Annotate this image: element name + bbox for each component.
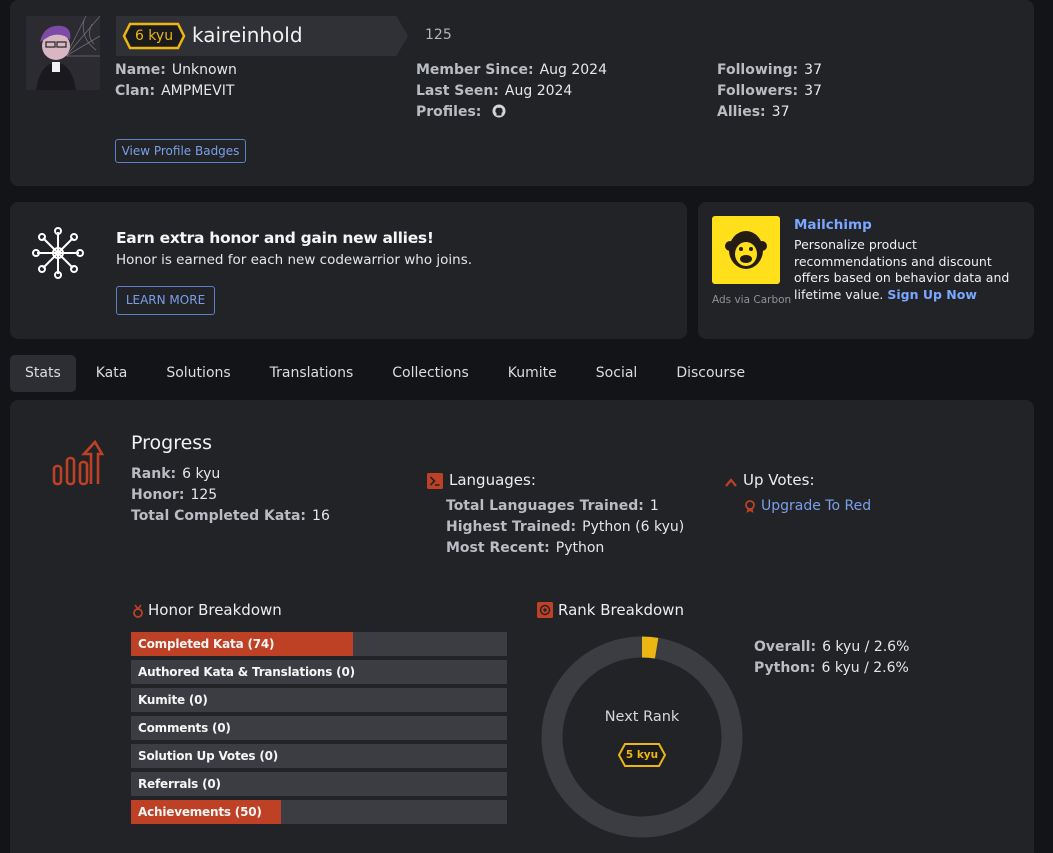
info-row-following: Following: 37: [717, 62, 822, 78]
honor-breakdown-title: Honor Breakdown: [148, 601, 282, 619]
profile-info-col-2: Member Since: Aug 2024 Last Seen: Aug 2024…: [416, 60, 607, 125]
honor-bar-kumite: Kumite (0): [131, 688, 507, 712]
progress-honor: Honor: 125: [131, 487, 218, 503]
honor-count: 125: [425, 27, 452, 43]
rank-badge: 6 kyu: [122, 22, 186, 50]
upvotes-title: Up Votes:: [743, 471, 815, 489]
ribbon-icon: [743, 499, 757, 513]
avatar[interactable]: [26, 16, 100, 90]
ad-signup-link[interactable]: Sign Up Now: [887, 287, 977, 302]
learn-more-button[interactable]: LEARN MORE: [116, 286, 215, 315]
progress-title: Progress: [131, 432, 213, 454]
languages-total: Total Languages Trained: 1: [446, 498, 659, 514]
honor-bar-achievements: Achievements (50): [131, 800, 507, 824]
username: kaireinhold: [192, 23, 303, 47]
progress-completed-kata: Total Completed Kata: 16: [131, 508, 330, 524]
info-row-clan: Clan: AMPMEVIT: [115, 83, 235, 99]
profile-info-col-3: Following: 37 Followers: 37 Allies: 37: [717, 60, 822, 123]
profile-tabs: Stats Kata Solutions Translations Collec…: [10, 355, 765, 392]
tab-kata[interactable]: Kata: [77, 355, 147, 392]
promo-subtitle: Honor is earned for each new codewarrior…: [116, 252, 473, 268]
terminal-icon: [427, 473, 443, 489]
upgrade-to-red-link[interactable]: Upgrade To Red: [761, 498, 871, 514]
info-row-last-seen: Last Seen: Aug 2024: [416, 83, 573, 99]
rank-badge-label: 6 kyu: [134, 28, 174, 44]
honor-bar-comments: Comments (0): [131, 716, 507, 740]
rank-python: Python: 6 kyu / 2.6%: [754, 660, 909, 676]
honor-bar-referrals: Referrals (0): [131, 772, 507, 796]
honor-bar-completed-kata: Completed Kata (74): [131, 632, 507, 656]
languages-title: Languages:: [449, 471, 536, 489]
rank-breakdown-info: Overall: 6 kyu / 2.6% Python: 6 kyu / 2.6%: [754, 637, 909, 679]
next-rank-badge-label: 5 kyu: [625, 749, 659, 761]
progress-rank: Rank: 6 kyu: [131, 466, 221, 482]
tab-kumite[interactable]: Kumite: [489, 355, 576, 392]
languages-info: Total Languages Trained: 1 Highest Traine…: [446, 496, 684, 559]
rank-progress-donut: [541, 636, 743, 838]
tab-discourse[interactable]: Discourse: [657, 355, 764, 392]
next-rank-badge: 5 kyu: [617, 741, 667, 769]
info-row-name: Name: Unknown: [115, 62, 237, 78]
promo-title: Earn extra honor and gain new allies!: [116, 229, 434, 247]
info-row-allies: Allies: 37: [717, 104, 790, 120]
view-profile-badges-button[interactable]: View Profile Badges: [115, 139, 246, 163]
progress-info: Rank: 6 kyu Honor: 125 Total Completed Kat…: [131, 464, 330, 527]
info-row-followers: Followers: 37: [717, 83, 822, 99]
honor-bar-solution-up-votes: Solution Up Votes (0): [131, 744, 507, 768]
rank-overall: Overall: 6 kyu / 2.6%: [754, 639, 910, 655]
carbon-ad-card: Mailchimp Personalize product recommenda…: [698, 202, 1034, 339]
ads-via-carbon[interactable]: Ads via Carbon: [712, 294, 791, 306]
ad-title[interactable]: Mailchimp: [794, 217, 872, 233]
chevron-up-icon: [724, 475, 738, 489]
tab-translations[interactable]: Translations: [251, 355, 373, 392]
target-icon: [537, 602, 553, 618]
mailchimp-logo[interactable]: [712, 216, 780, 284]
tab-social[interactable]: Social: [577, 355, 657, 392]
progress-chart-icon: [52, 439, 105, 486]
languages-recent: Most Recent: Python: [446, 540, 605, 556]
network-icon: [32, 227, 84, 279]
tab-stats[interactable]: Stats: [10, 355, 76, 392]
info-row-member-since: Member Since: Aug 2024: [416, 62, 607, 78]
honor-bar-authored-kata: Authored Kata & Translations (0): [131, 660, 507, 684]
stats-card: Progress Rank: 6 kyu Honor: 125 Total Comp…: [10, 400, 1034, 853]
ad-text: Personalize product recommendations and …: [794, 237, 1010, 302]
github-icon[interactable]: [492, 104, 506, 125]
languages-highest: Highest Trained: Python (6 kyu): [446, 519, 685, 535]
info-row-profiles: Profiles:: [416, 102, 607, 125]
tab-solutions[interactable]: Solutions: [147, 355, 249, 392]
profile-card: 6 kyu kaireinhold 125 Name: Unknown Clan:…: [10, 0, 1034, 186]
next-rank-label: Next Rank: [604, 709, 680, 725]
medal-icon: [131, 603, 145, 618]
rank-breakdown-title: Rank Breakdown: [558, 601, 684, 619]
tab-collections[interactable]: Collections: [373, 355, 488, 392]
referral-promo-card: Earn extra honor and gain new allies! Ho…: [10, 202, 687, 339]
profile-info-col-1: Name: Unknown Clan: AMPMEVIT: [115, 60, 237, 102]
